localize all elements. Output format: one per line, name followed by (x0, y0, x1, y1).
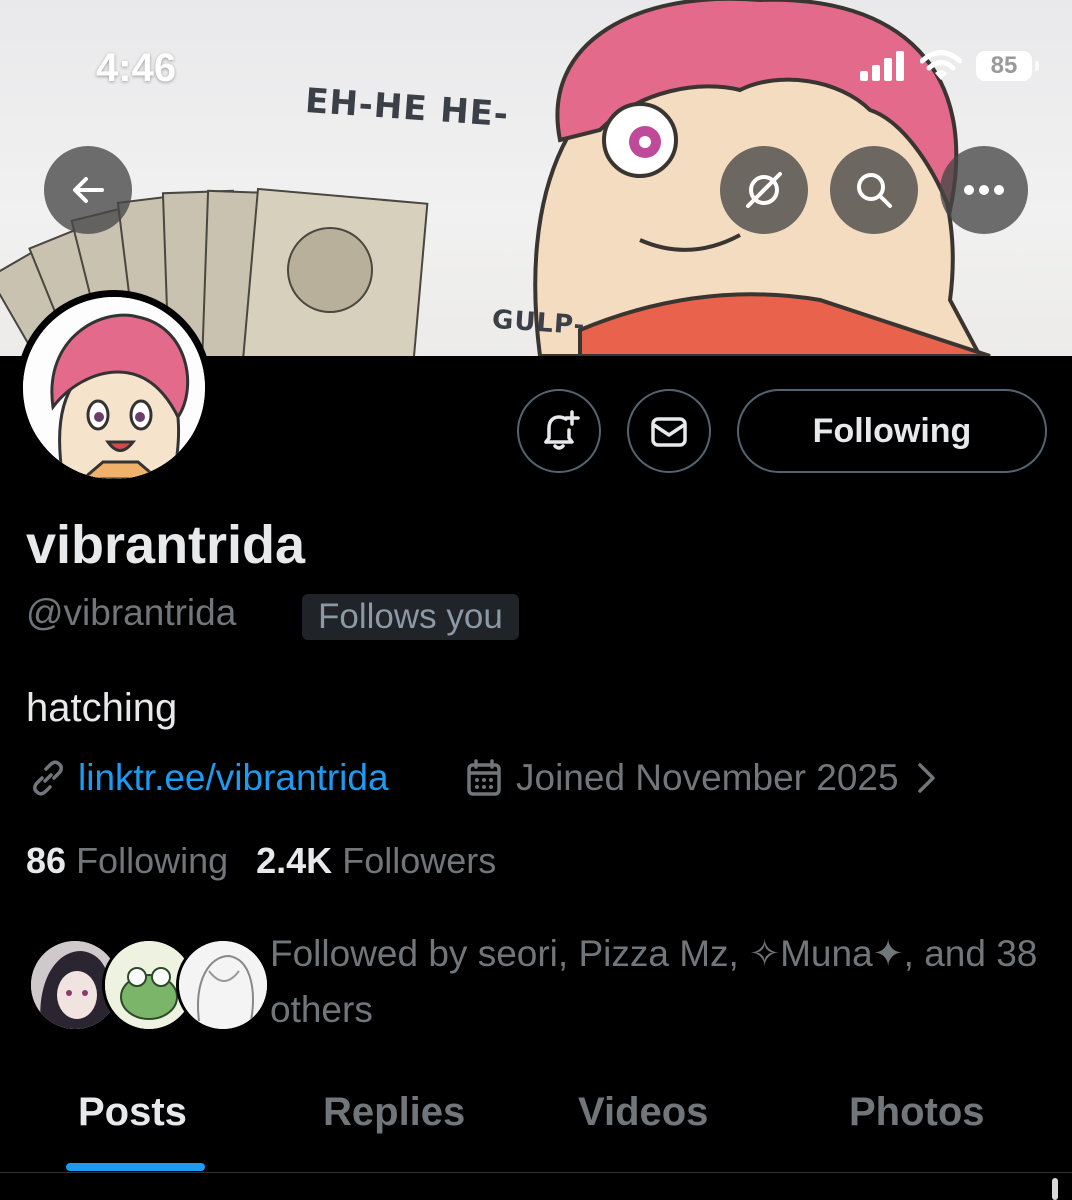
followers-label: Followers (342, 840, 497, 881)
grok-button[interactable] (720, 146, 808, 234)
message-button[interactable] (627, 389, 711, 473)
following-count: 86 (26, 840, 67, 881)
joined-date[interactable]: Joined November 2025 (466, 757, 939, 799)
profile-link-text[interactable]: linktr.ee/vibrantrida (78, 757, 389, 799)
tab-posts[interactable]: Posts (78, 1090, 187, 1135)
more-button[interactable] (940, 146, 1028, 234)
scrollbar[interactable] (1052, 1178, 1058, 1200)
avatar-image (23, 297, 205, 479)
tab-photos[interactable]: Photos (849, 1090, 985, 1135)
follower-avatar (176, 938, 270, 1032)
battery-level: 85 (990, 52, 1018, 79)
status-time: 4:46 (96, 46, 177, 90)
following-label: Following (76, 840, 229, 881)
followers-count-link[interactable]: 2.4K Followers (256, 840, 496, 882)
envelope-icon (651, 417, 687, 447)
following-button[interactable]: Following (737, 389, 1047, 473)
tab-videos[interactable]: Videos (578, 1090, 708, 1135)
link-icon (33, 760, 63, 796)
bell-plus-icon (544, 410, 580, 450)
follow-counts: 86 Following 2.4K Followers (26, 840, 496, 882)
signal-icon (860, 51, 904, 81)
profile-avatar[interactable] (16, 290, 212, 486)
notify-button[interactable] (517, 389, 601, 473)
followed-by-text[interactable]: Followed by seori, Pizza Mz, ✧Muna✦, and… (270, 926, 1050, 1038)
profile-link[interactable]: linktr.ee/vibrantrida (28, 757, 389, 799)
display-name: vibrantrida (26, 515, 306, 575)
active-tab-indicator (66, 1163, 205, 1171)
grok-icon (746, 172, 782, 208)
profile-bio: hatching (26, 686, 178, 730)
joined-text: Joined November 2025 (516, 757, 899, 798)
calendar-icon (467, 759, 501, 796)
battery-indicator: 85 (976, 51, 1039, 81)
profile-tabs: Posts Replies Videos Photos (0, 1080, 1072, 1173)
wifi-icon (920, 50, 962, 80)
banner-sfx-bottom: GULP- (491, 304, 587, 342)
profile-handle: @vibrantrida (26, 592, 237, 633)
arrow-left-icon (73, 177, 104, 203)
chevron-right-icon (917, 763, 935, 793)
search-icon (857, 173, 892, 208)
follows-you-badge: Follows you (302, 594, 519, 640)
more-horizontal-icon (964, 185, 1004, 195)
back-button[interactable] (44, 146, 132, 234)
following-count-link[interactable]: 86 Following (26, 840, 228, 882)
status-icons: 85 (860, 50, 1039, 82)
followers-count: 2.4K (256, 840, 333, 881)
search-button[interactable] (830, 146, 918, 234)
followed-by-avatars[interactable] (28, 938, 270, 1032)
tab-replies[interactable]: Replies (323, 1090, 465, 1135)
